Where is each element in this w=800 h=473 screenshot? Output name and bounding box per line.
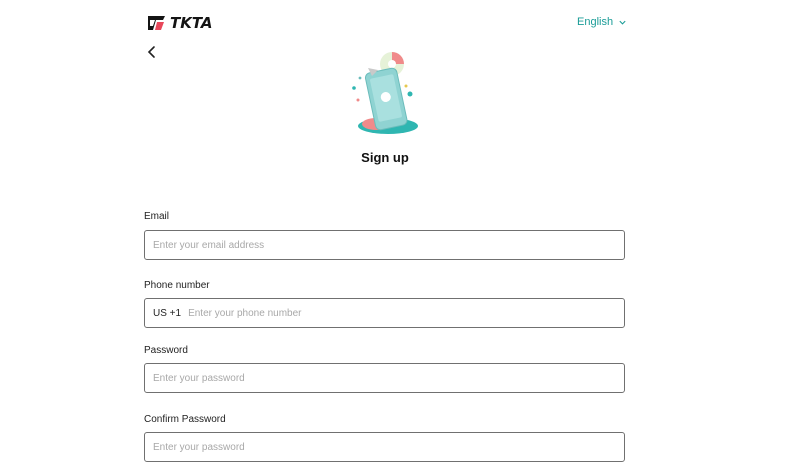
logo-icon: [148, 16, 165, 30]
language-label: English: [577, 16, 614, 28]
country-code-selector[interactable]: US +1: [145, 308, 181, 319]
password-field[interactable]: [145, 364, 624, 392]
confirm-password-field-wrapper: [144, 432, 625, 462]
password-field-wrapper: [144, 363, 625, 393]
phone-label: Phone number: [144, 280, 210, 291]
phone-field[interactable]: [181, 299, 624, 327]
password-label: Password: [144, 345, 188, 356]
brand-name: TKTA: [170, 14, 213, 32]
back-button[interactable]: [145, 44, 159, 60]
signup-page: TKTA English Sign up Email Phone number: [0, 0, 800, 473]
phone-illustration: [352, 52, 418, 134]
confirm-password-field[interactable]: [145, 433, 624, 461]
email-field[interactable]: [145, 231, 624, 259]
confirm-password-label: Confirm Password: [144, 414, 226, 425]
phone-field-wrapper: US +1: [144, 298, 625, 328]
language-selector[interactable]: English: [577, 16, 627, 28]
email-field-wrapper: [144, 230, 625, 260]
brand-logo[interactable]: TKTA: [145, 12, 213, 34]
email-label: Email: [144, 211, 170, 222]
chevron-down-icon: [619, 20, 626, 25]
page-title: Sign up: [361, 150, 409, 165]
